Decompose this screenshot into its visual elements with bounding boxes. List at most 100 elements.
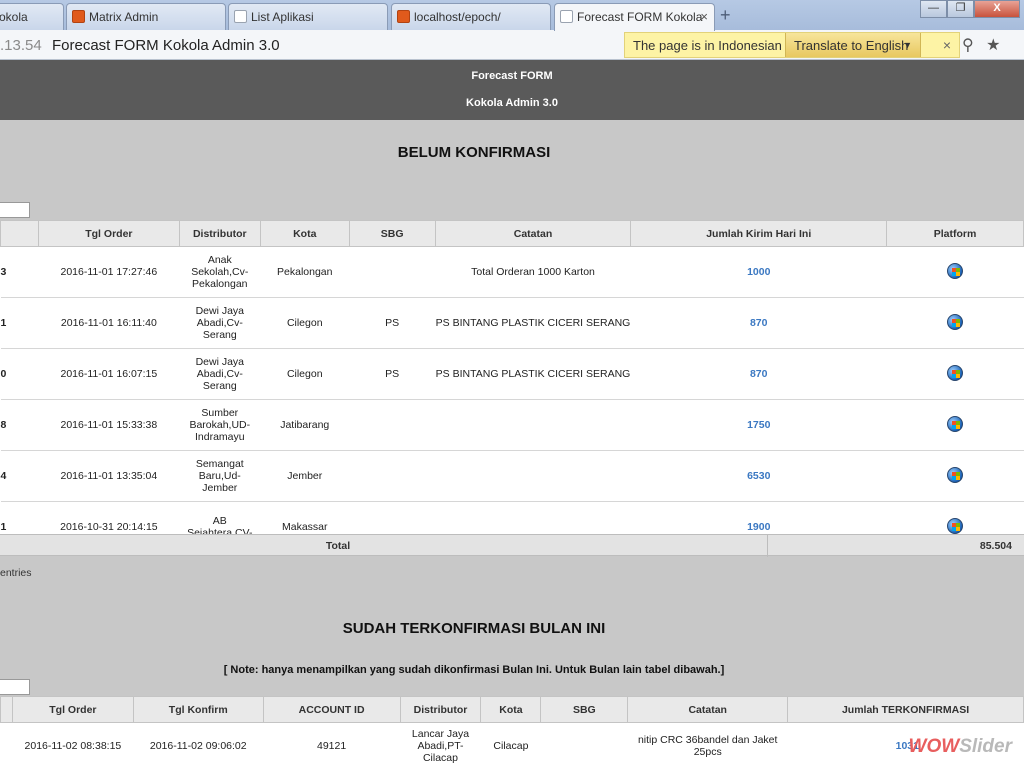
row-id: 1 [0,297,39,349]
col-header-platform[interactable]: Platform [886,220,1024,247]
close-translate-icon[interactable]: × [943,37,951,53]
section-title-belum: BELUM KONFIRMASI [397,144,551,161]
windows-icon [947,466,964,483]
col-header-kota[interactable]: Kota [480,696,542,723]
close-tab-icon[interactable]: × [700,9,708,24]
distributor-cell: Dewi Jaya Abadi,Cv-Serang [179,297,261,349]
note-text: [ Note: hanya menampilkan yang sudah dik… [223,664,725,676]
tgl-order-cell: 2016-11-02 08:38:15 [12,722,134,768]
col-header-tgl-order[interactable]: Tgl Order [11,696,134,723]
col-header-distributor[interactable]: Distributor [178,220,261,247]
maximize-button[interactable]: ❐ [947,0,974,18]
dropdown-arrow-icon[interactable]: ▼ [903,40,912,50]
table-row[interactable]: 8 2016-11-01 15:33:38 Sumber Barokah,UD-In… [0,399,1024,451]
page-content: Forecast FORM Kokola Admin 3.0 BELUM KON… [0,60,1024,768]
tgl-order-cell: 2016-11-01 15:33:38 [38,399,180,451]
tab-localhost-epoch[interactable]: localhost/epoch/ [391,3,551,30]
xampp-icon [397,10,410,23]
table-row[interactable]: 1 2016-11-01 16:11:40 Dewi Jaya Abadi,Cv-S… [0,297,1024,349]
translate-button[interactable]: Translate to English ▼ [785,33,921,57]
wowslider-watermark: WOWSlider [909,736,1012,758]
search-input[interactable] [0,202,30,218]
translate-bar: The page is in Indonesian Translate to E… [624,32,960,58]
jumlah-link[interactable]: 1000 [630,246,887,298]
col-header-sbg[interactable]: SBG [540,696,629,723]
totals-row: Total 85.504 [0,534,1024,557]
col-header-distributor[interactable]: Distributor [399,696,482,723]
kota-cell: Jatibarang [260,399,350,451]
table-body: 3 2016-11-01 17:27:46 Anak Sekolah,Cv-Peka… [0,246,1024,553]
belum-konfirmasi-table: Tgl Order Distributor Kota SBG Catatan J… [0,220,1024,553]
new-tab-button[interactable]: + [720,5,731,26]
address-bar[interactable]: .13.54 Forecast FORM Kokola Admin 3.0 Th… [0,30,1024,60]
distributor-cell: Lancar Jaya Abadi,PT-Cilacap [400,722,481,768]
distributor-cell: Semangat Baru,Ud-Jember [179,450,261,502]
tgl-order-cell: 2016-11-01 17:27:46 [38,246,180,298]
kota-cell: Cilacap [480,722,541,768]
tab-label: Forecast FORM Kokola [577,10,703,24]
page-icon [234,10,247,23]
tgl-order-cell: 2016-11-01 16:07:15 [38,348,180,400]
sbg-cell [349,450,436,502]
search-input-2[interactable] [0,679,30,695]
table-row[interactable]: 3 2016-11-01 17:27:46 Anak Sekolah,Cv-Peka… [0,246,1024,298]
col-header-id[interactable] [0,220,39,247]
col-header-tgl-order[interactable]: Tgl Order [37,220,180,247]
distributor-cell: Sumber Barokah,UD-Indramayu [179,399,261,451]
distributor-cell: Anak Sekolah,Cv-Pekalongan [179,246,261,298]
tab-label: kokola [0,10,28,24]
col-header-tgl-konfirm[interactable]: Tgl Konfirm [132,696,264,723]
platform-cell [886,450,1024,502]
table-row[interactable]: 2016-11-02 08:38:15 2016-11-02 09:06:02 49… [0,722,1024,768]
catatan-cell: Total Orderan 1000 Karton [435,246,631,298]
tab-forecast-form[interactable]: Forecast FORM Kokola × [554,3,715,31]
star-icon[interactable]: ★ [986,37,1000,54]
col-header-id[interactable] [0,696,13,723]
search-icon[interactable]: ⚲ [962,37,974,54]
sudah-terkonfirmasi-table: Tgl Order Tgl Konfirm ACCOUNT ID Distrib… [0,696,1024,768]
tab-label: List Aplikasi [251,10,314,24]
jumlah-link[interactable]: 870 [630,297,887,349]
account-id-cell: 49121 [263,722,401,768]
entries-info: entries [0,567,32,579]
col-header-account-id[interactable]: ACCOUNT ID [262,696,401,723]
catatan-cell: PS BINTANG PLASTIK CICERI SERANG [435,348,631,400]
windows-icon [947,262,964,279]
kota-cell: Cilegon [260,348,350,400]
windows-icon [947,364,964,381]
translate-message: The page is in Indonesian [633,38,782,53]
sbg-cell: PS [349,348,436,400]
jumlah-link[interactable]: 6530 [630,450,887,502]
col-header-catatan[interactable]: Catatan [627,696,789,723]
address-icons: ⚲ ★ [962,35,1009,55]
browser-tab-bar: kokola Matrix Admin List Aplikasi localh… [0,0,1024,31]
catatan-cell [435,450,631,502]
kota-cell: Cilegon [260,297,350,349]
table-row[interactable]: 0 2016-11-01 16:07:15 Dewi Jaya Abadi,Cv-S… [0,348,1024,400]
sbg-cell [349,399,436,451]
tab-matrix-admin[interactable]: Matrix Admin [66,3,226,30]
col-header-sbg[interactable]: SBG [348,220,436,247]
jumlah-link[interactable]: 870 [630,348,887,400]
col-header-kota[interactable]: Kota [259,220,350,247]
address-host[interactable]: .13.54 [0,37,42,54]
window-close-button[interactable]: X [974,0,1020,18]
translate-button-label: Translate to English [794,38,909,53]
address-title[interactable]: Forecast FORM Kokola Admin 3.0 [52,37,280,54]
jumlah-link[interactable]: 1750 [630,399,887,451]
header-title: Forecast FORM [471,70,553,82]
col-header-jumlah[interactable]: Jumlah Kirim Hari Ini [630,220,888,247]
col-header-catatan[interactable]: Catatan [434,220,632,247]
minimize-button[interactable]: — [920,0,947,18]
table-row[interactable]: 4 2016-11-01 13:35:04 Semangat Baru,Ud-Jem… [0,450,1024,502]
tab-list-aplikasi[interactable]: List Aplikasi [228,3,388,30]
row-id: 4 [0,450,39,502]
col-header-jumlah-terkonfirmasi[interactable]: Jumlah TERKONFIRMASI [787,696,1024,723]
watermark-part1: WOW [908,736,960,757]
tab-kokola[interactable]: kokola [0,3,64,30]
xampp-icon [72,10,85,23]
tab-label: localhost/epoch/ [414,10,501,24]
sbg-cell [349,246,436,298]
divider [767,535,768,557]
distributor-cell: Dewi Jaya Abadi,Cv-Serang [179,348,261,400]
